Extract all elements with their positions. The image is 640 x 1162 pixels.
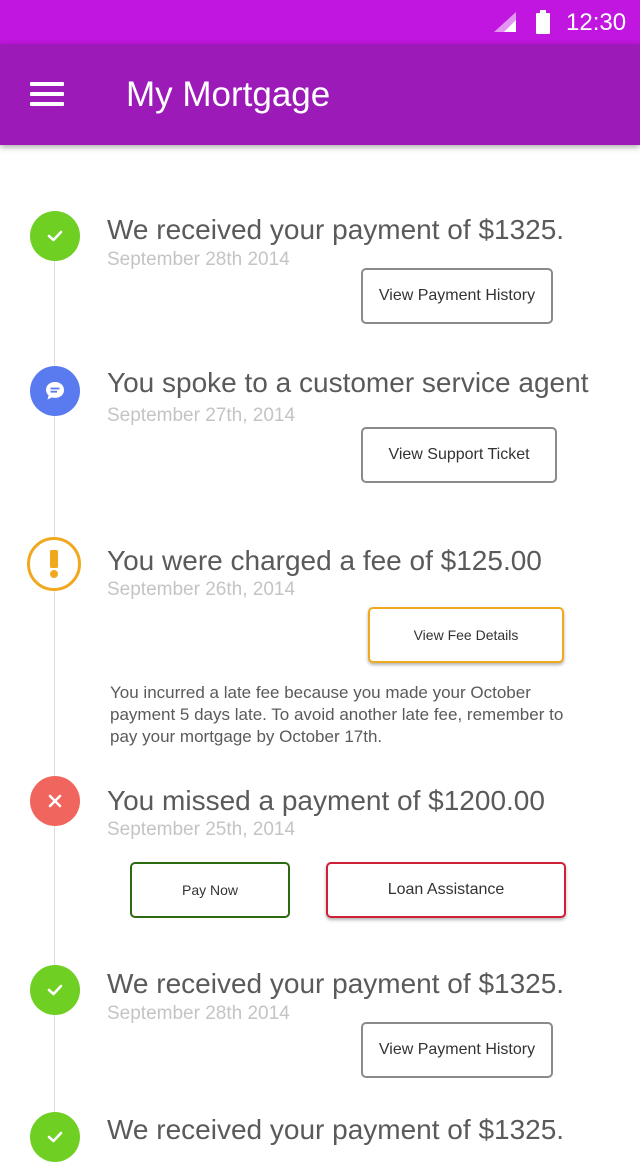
cell-signal-icon [494, 12, 516, 32]
check-icon [30, 211, 80, 261]
menu-icon[interactable] [30, 82, 66, 108]
loan-assistance-button[interactable]: Loan Assistance [326, 862, 566, 918]
app-bar: My Mortgage [0, 44, 640, 145]
view-payment-history-button[interactable]: View Payment History [361, 1022, 553, 1078]
event-headline: You were charged a fee of $125.00 [107, 545, 542, 576]
page-title: My Mortgage [126, 75, 331, 114]
event-date: September 28th 2014 [107, 249, 290, 270]
event-headline: You missed a payment of $1200.00 [107, 785, 545, 816]
event-headline: You spoke to a customer service agent [107, 367, 589, 398]
battery-icon [536, 10, 550, 34]
check-icon [30, 965, 80, 1015]
view-payment-history-button[interactable]: View Payment History [361, 268, 553, 324]
pay-now-button[interactable]: Pay Now [130, 862, 290, 918]
error-icon [30, 776, 80, 826]
event-headline: We received your payment of $1325. [107, 968, 565, 999]
status-bar: 12:30 [0, 0, 640, 44]
status-time: 12:30 [566, 9, 627, 36]
view-support-ticket-button[interactable]: View Support Ticket [361, 427, 557, 483]
check-icon [30, 1112, 80, 1162]
event-date: September 25th, 2014 [107, 819, 296, 840]
event-date: September 27th, 2014 [107, 405, 296, 426]
fee-explanation: You incurred a late fee because you made… [110, 683, 564, 746]
event-date: September 26th, 2014 [107, 579, 296, 600]
chat-icon [30, 366, 80, 416]
warning-icon [27, 537, 81, 591]
event-headline: We received your payment of $1325. [107, 1114, 565, 1145]
event-headline: We received your payment of $1325. [107, 214, 565, 245]
event-date: September 28th 2014 [107, 1003, 290, 1024]
view-fee-details-button[interactable]: View Fee Details [368, 607, 564, 663]
